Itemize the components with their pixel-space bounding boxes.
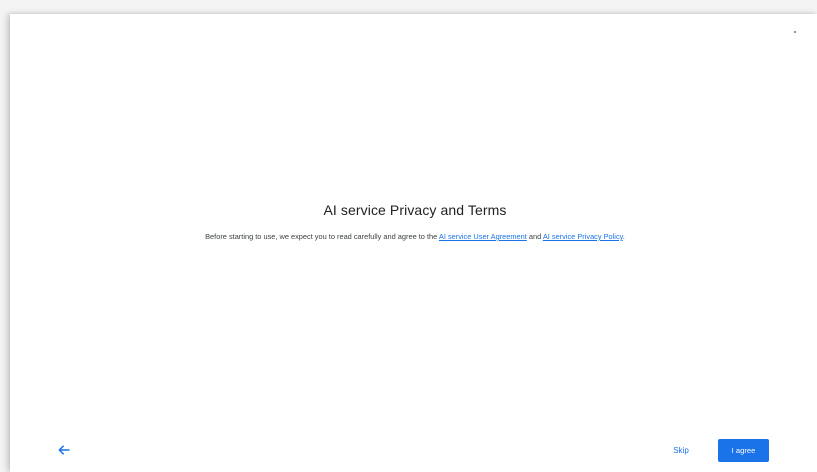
user-agreement-link[interactable]: AI service User Agreement <box>439 232 527 241</box>
setup-window <box>10 14 817 472</box>
screen-background: AI service Privacy and Terms Before star… <box>0 0 817 472</box>
status-dot <box>794 31 796 33</box>
back-button[interactable] <box>55 441 73 459</box>
privacy-policy-link[interactable]: AI service Privacy Policy <box>543 232 623 241</box>
agree-button[interactable]: I agree <box>718 439 769 462</box>
skip-button[interactable]: Skip <box>666 440 696 460</box>
description-and: and <box>526 232 543 241</box>
terms-description: Before starting to use, we expect you to… <box>0 232 817 241</box>
description-prefix: Before starting to use, we expect you to… <box>205 232 439 241</box>
arrow-left-icon <box>58 445 70 455</box>
page-title: AI service Privacy and Terms <box>323 202 507 218</box>
description-suffix: . <box>622 232 625 241</box>
